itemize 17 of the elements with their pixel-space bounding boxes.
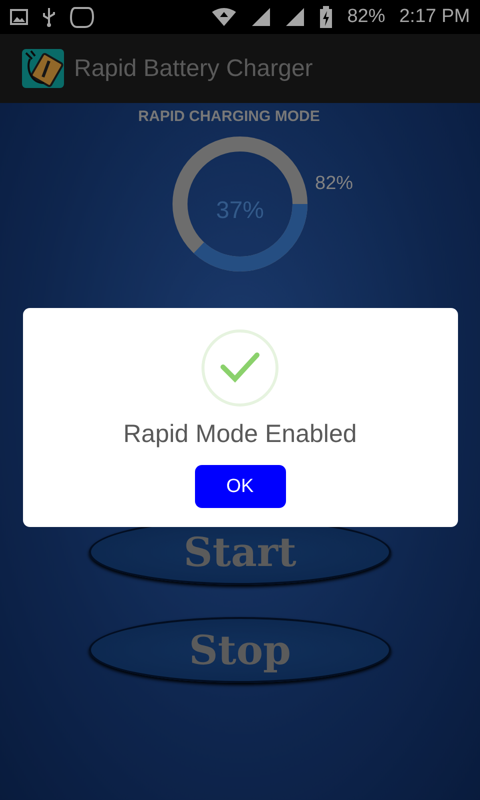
battery-charging-icon <box>319 6 334 28</box>
clock: 2:17 PM <box>399 6 470 28</box>
ok-button[interactable]: OK <box>194 465 286 508</box>
battery-percentage: 82% <box>347 6 386 28</box>
mode-title: RAPID CHARGING MODE <box>138 108 320 125</box>
app-logo-icon <box>22 49 64 88</box>
blob-icon <box>70 5 94 29</box>
usb-icon <box>42 7 56 27</box>
checkmark-icon <box>201 329 279 407</box>
image-icon <box>10 9 28 25</box>
battery-level-label: 82% <box>315 173 354 195</box>
app-title: Rapid Battery Charger <box>74 54 313 82</box>
dialog-message: Rapid Mode Enabled <box>123 420 357 449</box>
oval-button[interactable]: Stop <box>89 617 391 683</box>
wifi-icon <box>211 8 238 26</box>
signal-icon <box>285 7 306 27</box>
signal-icon <box>251 7 272 27</box>
